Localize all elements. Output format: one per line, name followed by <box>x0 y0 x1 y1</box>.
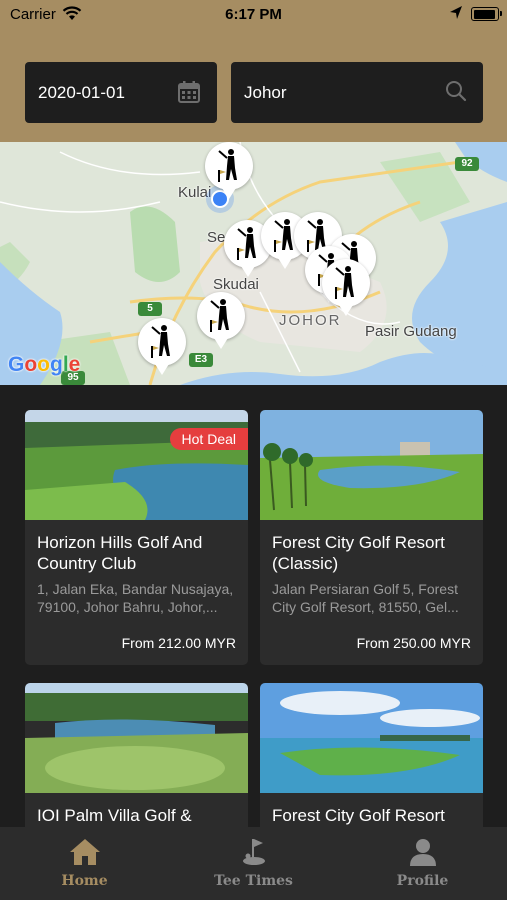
map-label-pasir-gudang: Pasir Gudang <box>365 323 457 340</box>
course-name: IOI Palm Villa Golf & <box>37 806 192 825</box>
tab-profile-label: Profile <box>396 873 449 889</box>
home-icon <box>0 837 169 867</box>
tab-profile[interactable]: Profile <box>338 827 507 900</box>
tab-home-label: Home <box>61 873 108 889</box>
tab-bar: Home Tee Times Profile <box>0 827 507 900</box>
location-value: Johor <box>244 83 287 102</box>
course-address: Jalan Persiaran Golf 5, Forest City Golf… <box>272 581 459 615</box>
hot-deal-badge: Hot Deal <box>169 428 248 450</box>
search-header: 2020-01-01 Johor <box>0 30 507 142</box>
course-card[interactable]: Forest City Golf Resort (Classic) Jalan … <box>260 410 483 665</box>
golf-course-map-pin[interactable] <box>197 292 245 349</box>
search-icon[interactable] <box>445 80 467 107</box>
clock: 6:17 PM <box>225 6 282 23</box>
golfer-icon <box>218 149 237 182</box>
course-name: Forest City Golf Resort <box>272 806 445 825</box>
tab-home[interactable]: Home <box>0 827 169 900</box>
course-photo <box>260 683 483 793</box>
golf-course-map-pin[interactable] <box>205 142 253 199</box>
course-photo <box>25 683 248 793</box>
map-label-johor: JOHOR <box>279 312 342 329</box>
google-logo: Google <box>8 353 81 376</box>
road-shield-5: 5 <box>138 302 162 316</box>
golf-course-map-pin[interactable] <box>138 318 186 375</box>
calendar-icon[interactable] <box>177 80 201 109</box>
tab-tee-times[interactable]: Tee Times <box>169 827 338 900</box>
course-price: From 212.00 MYR <box>121 635 236 651</box>
road-shield-92: 92 <box>455 157 479 171</box>
course-card[interactable]: Hot Deal Horizon Hills Golf And Country … <box>25 410 248 665</box>
course-price: From 250.00 MYR <box>356 635 471 651</box>
course-card[interactable]: Forest City Golf Resort <box>260 683 483 843</box>
golfer-icon <box>151 325 170 358</box>
map-label-skudai: Skudai <box>213 276 259 293</box>
tab-tee-times-label: Tee Times <box>214 873 293 889</box>
course-address: 1, Jalan Eka, Bandar Nusajaya, 79100, Jo… <box>37 581 234 615</box>
course-name: Horizon Hills Golf And Country Club <box>37 533 203 573</box>
golfer-icon <box>237 227 256 260</box>
golfer-icon <box>335 266 354 299</box>
course-photo <box>25 410 248 520</box>
golfer-icon <box>210 299 229 332</box>
date-picker-field[interactable]: 2020-01-01 <box>25 62 217 123</box>
location-arrow-icon <box>449 5 463 25</box>
golf-flag-icon <box>169 837 338 867</box>
course-card[interactable]: IOI Palm Villa Golf & <box>25 683 248 843</box>
user-icon <box>338 837 507 867</box>
course-name: Forest City Golf Resort (Classic) <box>272 533 445 573</box>
map-label-kulai: Kulai <box>178 184 212 201</box>
road-shield-e3: E3 <box>189 353 213 367</box>
golf-course-map-pin[interactable] <box>322 259 370 316</box>
course-photo <box>260 410 483 520</box>
map-view[interactable]: Kulai Se Skudai JOHOR Pasir Gudang 92 5 … <box>0 142 507 385</box>
battery-icon <box>471 7 502 21</box>
status-bar: Carrier 6:17 PM <box>0 0 507 30</box>
location-search-field[interactable]: Johor <box>231 62 483 123</box>
date-value: 2020-01-01 <box>38 83 125 102</box>
map-label-se: Se <box>207 229 226 246</box>
